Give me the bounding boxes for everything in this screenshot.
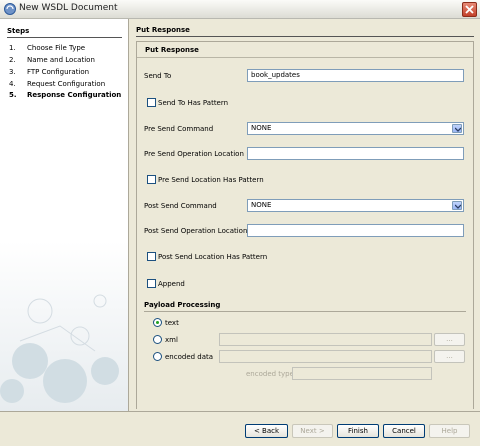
divider <box>144 311 466 312</box>
post-send-operation-location-label: Post Send Operation Location <box>144 227 248 235</box>
encoded-type-input <box>292 367 432 380</box>
encoded-data-input <box>219 350 432 363</box>
app-icon <box>4 3 16 15</box>
payload-encoded-data-radio[interactable] <box>153 352 162 361</box>
title-bar: New WSDL Document <box>0 0 480 19</box>
put-response-group: Put Response Send To book_updates Send T… <box>136 41 474 409</box>
payload-xml-radio[interactable] <box>153 335 162 344</box>
dropdown-button[interactable] <box>452 124 462 133</box>
payload-text-radio[interactable] <box>153 318 162 327</box>
payload-xml-label: xml <box>165 336 178 344</box>
post-send-location-has-pattern-label: Post Send Location Has Pattern <box>158 253 268 261</box>
chevron-down-icon <box>455 204 461 209</box>
post-send-command-value: NONE <box>251 201 272 209</box>
pre-send-command-value: NONE <box>251 124 272 132</box>
pre-send-location-has-pattern-label: Pre Send Location Has Pattern <box>158 176 264 184</box>
group-title: Put Response <box>145 46 199 54</box>
post-send-command-select[interactable]: NONE <box>247 199 464 212</box>
pre-send-operation-location-input[interactable] <box>247 147 464 160</box>
xml-input <box>219 333 432 346</box>
append-checkbox[interactable] <box>147 279 156 288</box>
post-send-command-label: Post Send Command <box>144 202 217 210</box>
divider <box>136 36 474 37</box>
append-label: Append <box>158 280 185 288</box>
send-to-has-pattern-label: Send To Has Pattern <box>158 99 229 107</box>
pre-send-operation-location-label: Pre Send Operation Location <box>144 150 244 158</box>
radio-selected-dot <box>156 321 159 324</box>
post-send-operation-location-input[interactable] <box>247 224 464 237</box>
help-button[interactable]: Help <box>429 424 470 438</box>
xml-browse-button[interactable]: ... <box>434 333 465 346</box>
payload-encoded-data-label: encoded data <box>165 353 214 361</box>
payload-processing-title: Payload Processing <box>144 301 221 309</box>
close-window-button[interactable] <box>462 2 477 17</box>
step-item: 4. Request Configuration <box>9 80 106 88</box>
pre-send-command-label: Pre Send Command <box>144 125 214 133</box>
send-to-has-pattern-checkbox[interactable] <box>147 98 156 107</box>
steps-header: Steps <box>7 27 30 35</box>
close-icon <box>465 5 474 14</box>
button-bar: < Back Next > Finish Cancel Help <box>0 411 480 446</box>
finish-button[interactable]: Finish <box>337 424 379 438</box>
pre-send-command-select[interactable]: NONE <box>247 122 464 135</box>
step-item: 2. Name and Location <box>9 56 95 64</box>
divider <box>137 57 473 58</box>
pre-send-location-has-pattern-checkbox[interactable] <box>147 175 156 184</box>
steps-panel: Steps 1. Choose File Type 2. Name and Loca… <box>0 19 129 411</box>
content-panel: Put Response Put Response Send To book_u… <box>130 19 480 411</box>
next-button[interactable]: Next > <box>292 424 333 438</box>
step-item: 3. FTP Configuration <box>9 68 90 76</box>
step-item-current: 5. Response Configuration <box>9 91 122 99</box>
encoded-type-label: encoded type: <box>246 370 297 378</box>
payload-text-label: text <box>165 319 179 327</box>
dropdown-button[interactable] <box>452 201 462 210</box>
decorative-background <box>0 241 128 411</box>
encoded-data-browse-button[interactable]: ... <box>434 350 465 363</box>
window-title: New WSDL Document <box>19 3 118 13</box>
divider <box>7 37 122 38</box>
page-title: Put Response <box>136 26 190 34</box>
send-to-label: Send To <box>144 72 172 80</box>
chevron-down-icon <box>455 127 461 132</box>
back-button[interactable]: < Back <box>245 424 288 438</box>
send-to-input[interactable]: book_updates <box>247 69 464 82</box>
step-item: 1. Choose File Type <box>9 44 86 52</box>
post-send-location-has-pattern-checkbox[interactable] <box>147 252 156 261</box>
cancel-button[interactable]: Cancel <box>383 424 425 438</box>
